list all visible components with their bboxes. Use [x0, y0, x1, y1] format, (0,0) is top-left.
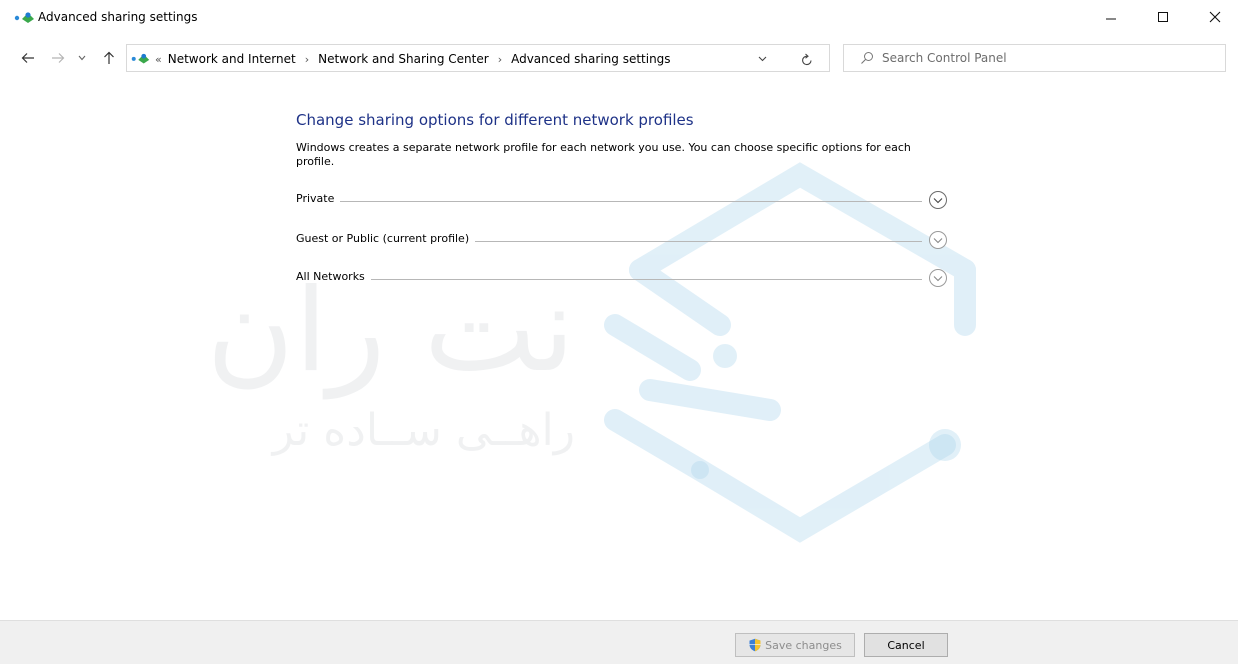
section-private[interactable]: Private	[296, 190, 950, 212]
refresh-icon[interactable]	[795, 49, 819, 69]
advanced-sharing-window: Advanced sharing settings « Network and …	[0, 0, 1238, 664]
minimize-icon[interactable]	[1088, 0, 1134, 34]
expand-chevron-icon[interactable]	[928, 190, 948, 210]
window-title: Advanced sharing settings	[38, 10, 198, 24]
breadcrumb-advanced-sharing-settings[interactable]: Advanced sharing settings	[511, 52, 670, 66]
arrow-up-icon[interactable]	[98, 48, 120, 68]
title-bar: Advanced sharing settings	[0, 0, 1238, 34]
chevron-down-icon[interactable]	[751, 50, 773, 68]
section-all-networks[interactable]: All Networks	[296, 268, 950, 290]
section-label: Private	[296, 192, 341, 205]
breadcrumb-separator[interactable]: ›	[498, 53, 502, 66]
network-icon	[14, 12, 34, 23]
maximize-icon[interactable]	[1140, 0, 1186, 34]
breadcrumb-network-and-sharing-center[interactable]: Network and Sharing Center	[318, 52, 489, 66]
page-description: Windows creates a separate network profi…	[296, 141, 911, 168]
save-changes-button[interactable]: Save changes	[735, 633, 855, 657]
footer-bar: Save changes Cancel	[0, 620, 1238, 664]
main-content: نت ران راهــی ســاده تر Change sharing o…	[0, 80, 1238, 620]
page-title: Change sharing options for different net…	[296, 111, 694, 129]
search-box[interactable]	[843, 44, 1226, 72]
chevron-down-icon[interactable]	[72, 48, 92, 68]
navigation-bar: « Network and Internet › Network and Sha…	[0, 40, 1238, 76]
search-input[interactable]	[882, 49, 1212, 67]
section-label: All Networks	[296, 270, 371, 283]
breadcrumb: « Network and Internet › Network and Sha…	[155, 51, 671, 67]
address-bar[interactable]: « Network and Internet › Network and Sha…	[126, 44, 830, 72]
breadcrumb-overflow[interactable]: «	[155, 53, 162, 66]
uac-shield-icon	[749, 638, 761, 652]
arrow-right-icon[interactable]	[46, 48, 70, 68]
breadcrumb-separator[interactable]: ›	[305, 53, 309, 66]
expand-chevron-icon[interactable]	[928, 268, 948, 288]
section-label: Guest or Public (current profile)	[296, 232, 476, 245]
section-divider	[296, 279, 922, 280]
save-changes-label: Save changes	[765, 638, 842, 652]
section-divider	[296, 201, 922, 202]
breadcrumb-network-and-internet[interactable]: Network and Internet	[168, 52, 296, 66]
network-icon	[131, 53, 150, 64]
cancel-button[interactable]: Cancel	[864, 633, 948, 657]
close-icon[interactable]	[1192, 0, 1238, 34]
expand-chevron-icon[interactable]	[928, 230, 948, 250]
arrow-left-icon[interactable]	[16, 48, 40, 68]
section-guest-or-public[interactable]: Guest or Public (current profile)	[296, 230, 950, 252]
watermark-tagline: راهــی ســاده تر	[271, 405, 575, 456]
search-icon	[861, 52, 873, 64]
